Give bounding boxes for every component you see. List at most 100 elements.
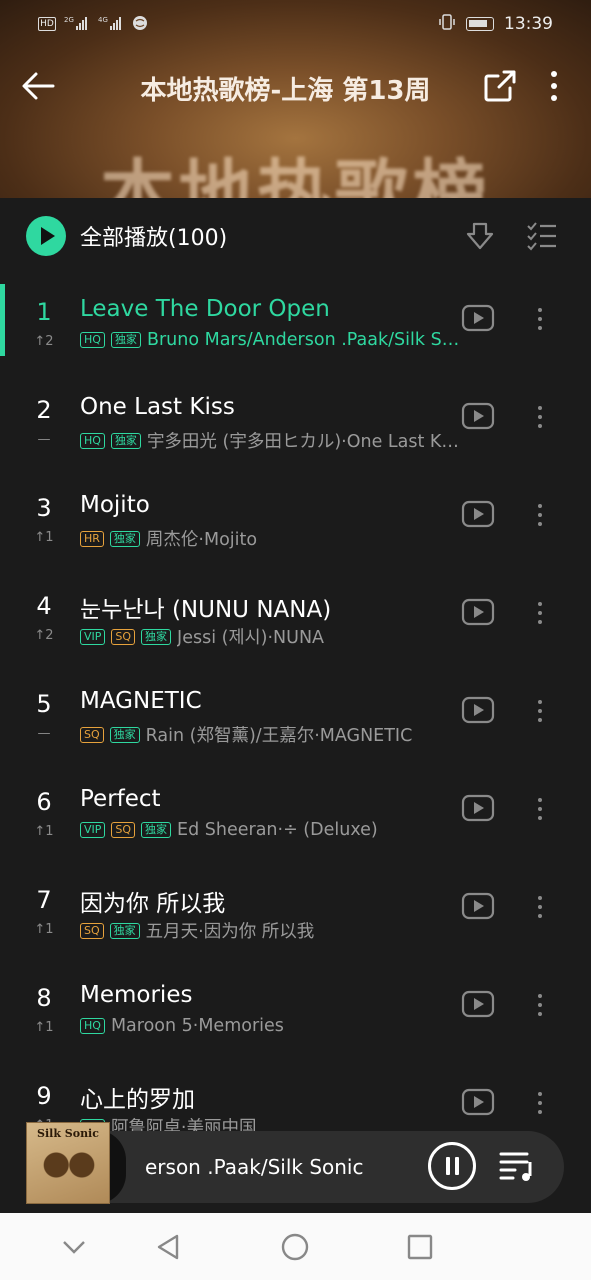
artist-album: Bruno Mars/Anderson .Paak/Silk Sonic·Lea… — [146, 330, 460, 350]
rank-trend: ↑1 — [34, 922, 54, 937]
circle-home-icon — [281, 1233, 309, 1261]
play-all-row: 全部播放(100) — [0, 198, 591, 274]
song-title: Memories — [80, 982, 193, 1008]
quality-tag: 独家 — [109, 726, 140, 743]
video-play-icon — [461, 598, 495, 626]
video-play-icon — [461, 794, 495, 822]
quality-tag: VIP — [80, 628, 106, 645]
mv-button[interactable] — [461, 794, 495, 822]
quality-tag: VIP — [80, 822, 106, 838]
quality-tag: HQ — [80, 1018, 105, 1034]
square-recents-icon — [407, 1234, 433, 1260]
rank-trend: ↑1 — [34, 530, 54, 545]
multi-select-button[interactable] — [524, 218, 560, 254]
more-dot — [538, 326, 542, 330]
song-row[interactable]: 1 ↑2 Leave The Door Open HQ 独家 Bruno Mars… — [0, 284, 591, 382]
rank-trend: ↑1 — [34, 824, 54, 839]
quality-tag: 独家 — [141, 628, 172, 645]
back-button[interactable] — [18, 66, 58, 106]
status-time: 13:39 — [504, 14, 553, 34]
quality-tag: SQ — [80, 922, 104, 939]
song-title: Mojito — [80, 492, 150, 518]
mv-button[interactable] — [461, 696, 495, 724]
nav-home-button[interactable] — [279, 1231, 311, 1263]
checklist-icon — [527, 222, 556, 251]
download-button[interactable] — [462, 218, 498, 254]
quality-tag: SQ — [80, 726, 104, 743]
video-play-icon — [461, 1088, 495, 1116]
quality-tag: 独家 — [110, 432, 141, 449]
rank-number: 2 — [36, 396, 52, 424]
svg-text:4G: 4G — [98, 16, 108, 24]
nav-back-button[interactable] — [153, 1231, 185, 1263]
video-play-icon — [461, 500, 495, 528]
playlist-button[interactable] — [498, 1148, 538, 1184]
song-meta: HQ Maroon 5·Memories — [80, 1016, 460, 1036]
mv-button[interactable] — [461, 402, 495, 430]
song-row[interactable]: 7 ↑1 因为你 所以我 SQ 独家 五月天·因为你 所以我 — [0, 872, 591, 970]
quality-tag: HR — [80, 530, 104, 547]
rank-trend: — — [37, 726, 51, 741]
mv-button[interactable] — [461, 304, 495, 332]
mv-button[interactable] — [461, 892, 495, 920]
more-dot — [538, 896, 542, 900]
album-cover[interactable]: Silk Sonic — [26, 1122, 110, 1204]
share-icon — [484, 70, 516, 102]
more-dot — [538, 816, 542, 820]
more-dot — [538, 905, 542, 909]
song-meta: HQ 独家 Bruno Mars/Anderson .Paak/Silk Soni… — [80, 330, 460, 350]
song-more-button[interactable] — [530, 694, 550, 728]
song-meta: HR 独家 周杰伦·Mojito — [80, 526, 460, 551]
song-more-button[interactable] — [530, 302, 550, 336]
mv-button[interactable] — [461, 1088, 495, 1116]
rank-number: 1 — [36, 298, 52, 326]
song-more-button[interactable] — [530, 498, 550, 532]
triangle-back-icon — [157, 1234, 179, 1260]
song-row[interactable]: 3 ↑1 Mojito HR 独家 周杰伦·Mojito — [0, 480, 591, 578]
quality-tag: 独家 — [141, 822, 172, 838]
more-dot — [538, 700, 542, 704]
more-options-button[interactable] — [540, 66, 568, 106]
mv-button[interactable] — [461, 598, 495, 626]
song-more-button[interactable] — [530, 596, 550, 630]
song-row[interactable]: 8 ↑1 Memories HQ Maroon 5·Memories — [0, 970, 591, 1068]
album-title: Silk Sonic — [37, 1127, 99, 1140]
status-bar: HD 2G 4G 13:39 — [0, 0, 591, 48]
mv-button[interactable] — [461, 990, 495, 1018]
song-title: Leave The Door Open — [80, 296, 330, 322]
share-button[interactable] — [482, 68, 518, 104]
more-dot — [538, 504, 542, 508]
quality-tag: 独家 — [109, 530, 140, 547]
play-all-label[interactable]: 全部播放(100) — [80, 220, 227, 252]
song-list-panel: 全部播放(100) 1 ↑2 Leave The Door Open HQ 独家 … — [0, 198, 591, 1213]
song-title: Perfect — [80, 786, 161, 812]
nav-recents-button[interactable] — [404, 1231, 436, 1263]
more-dot — [538, 807, 542, 811]
song-more-button[interactable] — [530, 792, 550, 826]
more-dot — [538, 718, 542, 722]
mv-button[interactable] — [461, 500, 495, 528]
rank-trend: — — [37, 432, 51, 447]
song-more-button[interactable] — [530, 1086, 550, 1120]
video-play-icon — [461, 402, 495, 430]
song-more-button[interactable] — [530, 890, 550, 924]
artist-album: Rain (郑智薰)/王嘉尔·MAGNETIC — [145, 726, 413, 746]
more-dot — [538, 1092, 542, 1096]
more-dot — [538, 602, 542, 606]
song-meta: SQ 独家 五月天·因为你 所以我 — [80, 918, 460, 943]
artist-album: 周杰伦·Mojito — [145, 530, 258, 550]
song-row[interactable]: 2 — One Last Kiss HQ 独家 宇多田光 (宇多田ヒカル)·One… — [0, 382, 591, 480]
song-row[interactable]: 5 — MAGNETIC SQ 独家 Rain (郑智薰)/王嘉尔·MAGNETI… — [0, 676, 591, 774]
nav-collapse-button[interactable] — [58, 1231, 90, 1263]
pause-button[interactable] — [428, 1142, 476, 1190]
song-row[interactable]: 6 ↑1 Perfect VIP SQ 独家 Ed Sheeran·÷ (Delux… — [0, 774, 591, 872]
top-bar: 本地热歌榜-上海 第13周 — [0, 56, 591, 118]
song-more-button[interactable] — [530, 988, 550, 1022]
song-meta: VIP SQ 独家 Ed Sheeran·÷ (Deluxe) — [80, 820, 460, 840]
play-all-button[interactable] — [26, 216, 66, 256]
song-more-button[interactable] — [530, 400, 550, 434]
song-row[interactable]: 4 ↑2 눈누난나 (NUNU NANA) VIP SQ 独家 Jessi (제시)… — [0, 578, 591, 676]
song-title: 눈누난나 (NUNU NANA) — [80, 597, 332, 623]
vibrate-icon — [438, 13, 456, 36]
song-title: One Last Kiss — [80, 394, 235, 420]
